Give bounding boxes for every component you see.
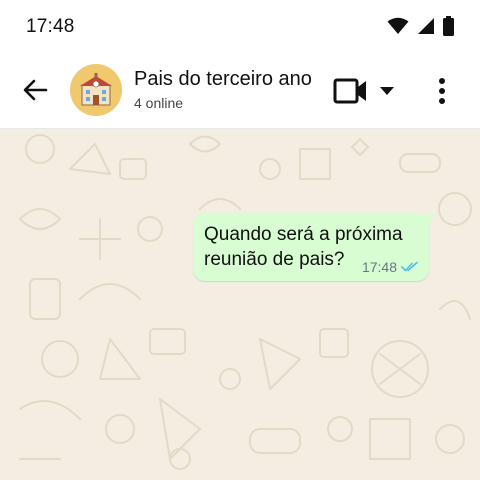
double-check-icon <box>401 261 418 272</box>
message-bubble[interactable]: Quando será a próxima reunião de pais? 1… <box>193 213 437 281</box>
video-call-button[interactable] <box>333 77 369 105</box>
status-time: 17:48 <box>26 16 75 37</box>
video-call-icon <box>333 78 366 104</box>
wifi-icon <box>387 17 409 34</box>
more-vert-icon <box>439 78 445 104</box>
call-options-dropdown[interactable] <box>378 84 396 96</box>
battery-icon <box>443 16 454 36</box>
signal-icon <box>418 18 434 34</box>
chat-title: Pais do terceiro ano <box>134 68 312 90</box>
bubble-tail <box>427 213 437 225</box>
chat-wallpaper <box>19 134 472 470</box>
chat-area[interactable]: Quando será a próxima reunião de pais? 1… <box>0 129 480 480</box>
school-icon <box>80 73 112 106</box>
chat-header: Pais do terceiro ano 4 online <box>0 52 480 129</box>
chat-title-area[interactable]: Pais do terceiro ano 4 online <box>134 68 330 111</box>
message-time: 17:48 <box>361 259 397 275</box>
status-bar: 17:48 <box>0 0 480 52</box>
message-meta: 17:48 <box>362 259 419 275</box>
back-arrow-icon <box>23 79 48 101</box>
group-avatar[interactable] <box>70 64 122 116</box>
online-count: 4 online <box>134 95 184 111</box>
status-icons <box>387 16 454 36</box>
dropdown-arrow-icon <box>380 87 394 95</box>
back-button[interactable] <box>20 76 52 104</box>
more-options-button[interactable] <box>433 76 451 106</box>
